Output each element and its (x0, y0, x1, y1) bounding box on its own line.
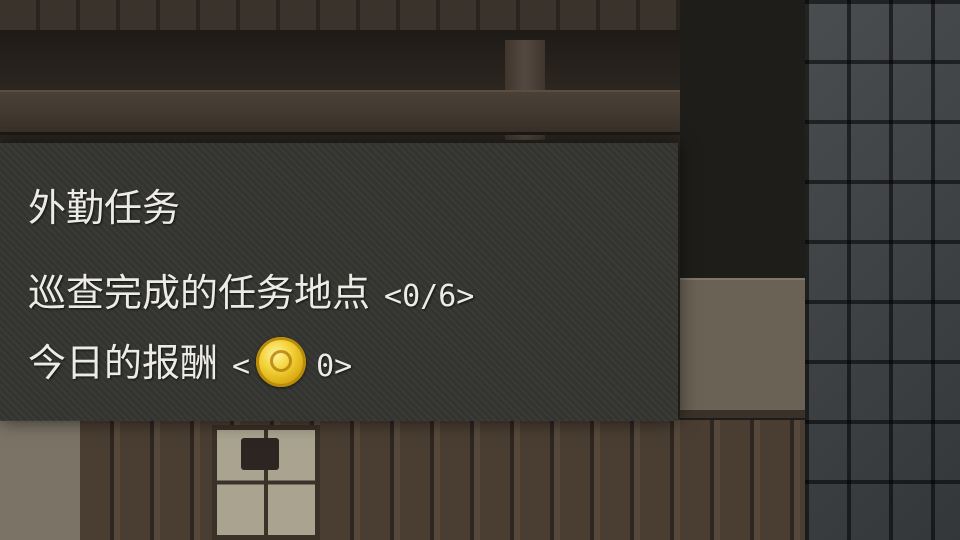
gold-coin-icon (256, 336, 307, 387)
wooden-beam (0, 90, 690, 135)
objective-progress: <0/6> (384, 279, 475, 314)
game-scene: 外勤任务 巡查完成的任务地点 <0/6> 今日的报酬 <0> (0, 0, 960, 540)
objective-text: 巡查完成的任务地点 (28, 271, 371, 315)
quest-objective: 巡查完成的任务地点 <0/6> (28, 270, 474, 320)
wooden-wall (0, 420, 805, 540)
quest-reward: 今日的报酬 <0> (28, 336, 353, 390)
roof-tiles (0, 0, 690, 30)
stone-wall (0, 420, 80, 540)
plaster-wall (680, 278, 805, 418)
hanging-lantern (241, 438, 279, 470)
tiled-wall (805, 0, 960, 540)
quest-panel: 外勤任务 巡查完成的任务地点 <0/6> 今日的报酬 <0> (0, 143, 678, 421)
reward-amount: 0> (316, 349, 353, 384)
eave-shadow (0, 30, 690, 90)
reward-label: 今日的报酬 (28, 341, 219, 385)
quest-title: 外勤任务 (28, 186, 181, 230)
reward-bracket-open: < (232, 349, 251, 384)
